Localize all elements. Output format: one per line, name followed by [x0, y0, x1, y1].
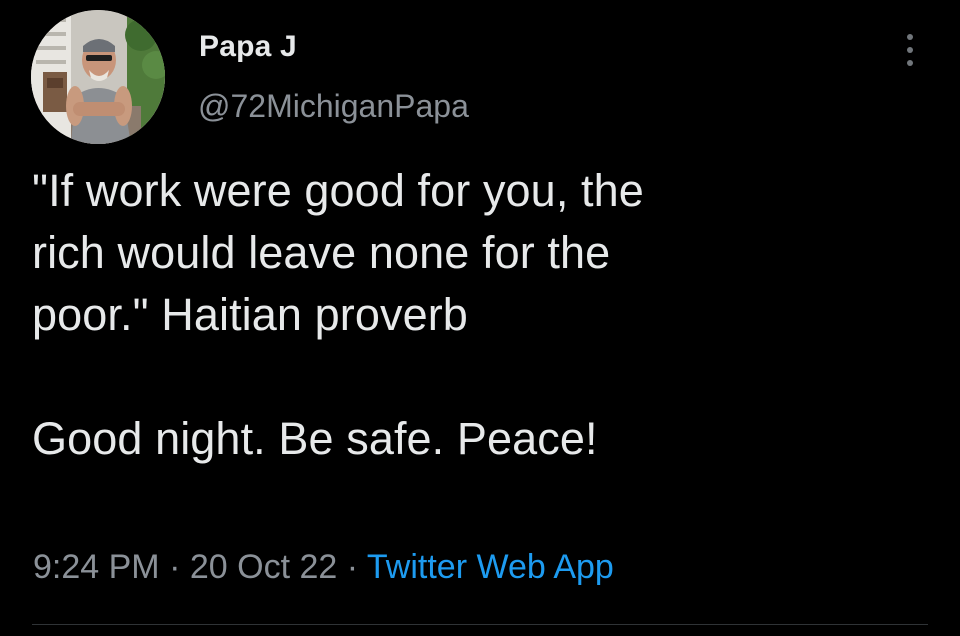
tweet-date[interactable]: 20 Oct 22 [190, 548, 337, 586]
tweet-text-line: Good night. Be safe. Peace! [32, 413, 598, 464]
divider [32, 624, 928, 625]
meta-separator: · [169, 548, 181, 586]
meta-separator: · [346, 548, 359, 586]
tweet-card: Papa J @72MichiganPapa "If work were goo… [0, 0, 960, 636]
author-display-name[interactable]: Papa J [199, 32, 297, 62]
avatar[interactable] [31, 10, 165, 144]
more-options-button[interactable] [896, 28, 924, 72]
tweet-text-line: poor." Haitian proverb [32, 289, 468, 340]
tweet-source-link[interactable]: Twitter Web App [367, 548, 614, 586]
tweet-time[interactable]: 9:24 PM [33, 548, 160, 586]
tweet-text-line: "If work were good for you, the [32, 165, 644, 216]
tweet-meta: 9:24 PM · 20 Oct 22 · Twitter Web App [33, 550, 614, 584]
avatar-photo [31, 10, 165, 144]
tweet-text-line: rich would leave none for the [32, 227, 611, 278]
more-horizontal-icon [907, 34, 913, 40]
more-horizontal-icon [907, 60, 913, 66]
tweet-text: "If work were good for you, the rich wou… [32, 160, 932, 470]
author-handle[interactable]: @72MichiganPapa [198, 90, 469, 122]
more-horizontal-icon [907, 47, 913, 53]
